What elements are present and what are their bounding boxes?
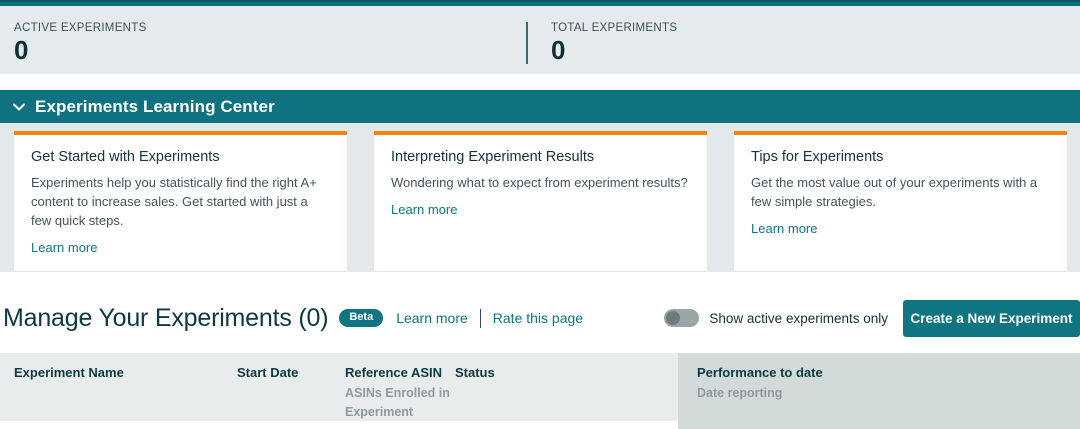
total-experiments-label: TOTAL EXPERIMENTS — [551, 22, 677, 34]
card-body: Get the most value out of your experimen… — [751, 174, 1050, 212]
column-header-status: Status — [455, 365, 495, 380]
card-body: Wondering what to expect from experiment… — [391, 174, 690, 193]
learning-center-title: Experiments Learning Center — [35, 97, 275, 117]
total-experiments-stat: TOTAL EXPERIMENTS 0 — [551, 22, 677, 63]
column-sublabel: Date reporting — [697, 384, 917, 403]
manage-learn-more-link[interactable]: Learn more — [396, 310, 468, 326]
active-experiments-label: ACTIVE EXPERIMENTS — [14, 22, 147, 34]
show-active-experiments-label: Show active experiments only — [709, 311, 888, 326]
card-title: Get Started with Experiments — [31, 149, 330, 165]
stats-divider — [526, 22, 528, 64]
card-interpreting-results: Interpreting Experiment Results Wonderin… — [374, 131, 707, 271]
create-new-experiment-button[interactable]: Create a New Experiment — [903, 300, 1080, 337]
column-sublabel: ASINs Enrolled in Experiment — [345, 384, 450, 422]
learning-center-banner[interactable]: Experiments Learning Center — [0, 90, 1080, 123]
column-label: Reference ASIN — [345, 365, 450, 380]
column-label: Experiment Name — [14, 365, 124, 380]
page-title: Manage Your Experiments (0) — [3, 304, 328, 333]
column-header-reference-asin: Reference ASIN ASINs Enrolled in Experim… — [345, 365, 450, 422]
experiments-stats-band: ACTIVE EXPERIMENTS 0 TOTAL EXPERIMENTS 0 — [0, 6, 1080, 74]
learning-center-section: Get Started with Experiments Experiments… — [0, 123, 1080, 272]
card-title: Interpreting Experiment Results — [391, 149, 690, 165]
column-header-experiment-name: Experiment Name — [14, 365, 124, 380]
column-label: Status — [455, 365, 495, 380]
beta-badge: Beta — [339, 309, 383, 327]
manage-experiments-header-row: Manage Your Experiments (0) Beta Learn m… — [0, 299, 1080, 337]
card-title: Tips for Experiments — [751, 149, 1050, 165]
experiments-page: ACTIVE EXPERIMENTS 0 TOTAL EXPERIMENTS 0… — [0, 0, 1080, 429]
chevron-down-icon[interactable] — [13, 103, 25, 111]
active-experiments-value: 0 — [14, 37, 147, 63]
learn-more-link[interactable]: Learn more — [751, 221, 817, 236]
column-header-performance-to-date: Performance to date Date reporting — [697, 365, 917, 403]
show-active-experiments-toggle[interactable] — [664, 309, 699, 327]
card-get-started: Get Started with Experiments Experiments… — [14, 131, 347, 271]
column-header-start-date: Start Date — [237, 365, 298, 380]
card-body: Experiments help you statistically find … — [31, 174, 330, 231]
toggle-knob — [666, 311, 680, 325]
rate-this-page-link[interactable]: Rate this page — [493, 310, 583, 326]
learn-more-link[interactable]: Learn more — [31, 240, 97, 255]
active-experiments-stat: ACTIVE EXPERIMENTS 0 — [14, 22, 147, 63]
learning-center-cards: Get Started with Experiments Experiments… — [14, 131, 1067, 271]
links-divider — [480, 309, 481, 328]
learn-more-link[interactable]: Learn more — [391, 202, 457, 217]
card-tips: Tips for Experiments Get the most value … — [734, 131, 1067, 271]
column-label: Performance to date — [697, 365, 917, 380]
total-experiments-value: 0 — [551, 37, 677, 63]
column-label: Start Date — [237, 365, 298, 380]
